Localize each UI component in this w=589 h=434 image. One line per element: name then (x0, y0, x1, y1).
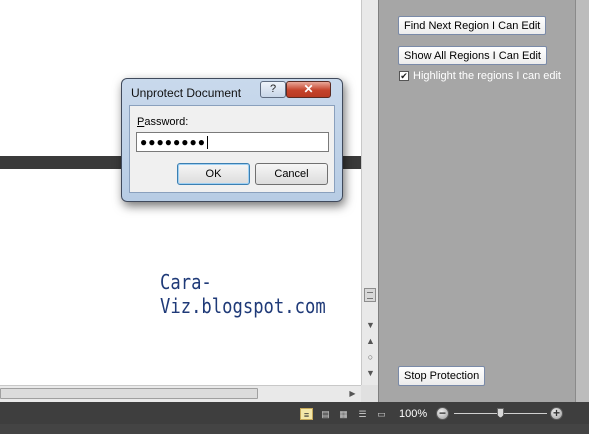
dialog-body: Password: ●●●●●●●● OK Cancel (129, 105, 335, 193)
scrollbar-corner (361, 385, 378, 402)
zoom-out-button[interactable]: − (436, 407, 449, 420)
horizontal-scrollbar[interactable]: ▶ (0, 385, 361, 402)
scroll-right-arrow-icon[interactable]: ▶ (347, 388, 358, 399)
stop-protection-button[interactable]: Stop Protection (398, 366, 486, 386)
highlight-regions-label: Highlight the regions I can edit (413, 70, 561, 82)
horizontal-scroll-thumb[interactable] (0, 388, 258, 399)
status-bar-strip: ≡ ▤ ▦ ☰ ▭ 100% − + (0, 402, 589, 424)
scroll-down-arrow-icon[interactable]: ▼ (365, 320, 376, 331)
dialog-title: Unprotect Document (131, 86, 242, 100)
help-button[interactable]: ? (260, 81, 286, 98)
watermark-text: Cara-Viz.blogspot.com (160, 270, 326, 318)
close-icon: ✕ (303, 82, 314, 96)
password-field[interactable]: ●●●●●●●● (136, 132, 329, 152)
password-label-text: assword: (144, 116, 189, 128)
pane-scrollbar[interactable] (575, 0, 589, 402)
vertical-scroll-thumb[interactable] (364, 288, 376, 302)
outline-icon[interactable]: ☰ (356, 408, 369, 420)
unprotect-document-dialog: Unprotect Document ? ✕ Password: ●●●●●●●… (121, 78, 343, 202)
find-next-region-button[interactable]: Find Next Region I Can Edit (398, 16, 547, 35)
next-page-icon[interactable]: ▼ (365, 368, 376, 379)
password-value: ●●●●●●●● (140, 135, 206, 149)
print-layout-icon[interactable]: ≡ (300, 408, 313, 420)
status-bar: ≡ ▤ ▦ ☰ ▭ 100% − + (0, 402, 589, 434)
restrict-editing-pane: Find Next Region I Can Edit Show All Reg… (378, 0, 589, 402)
select-browse-object-icon[interactable]: ○ (365, 352, 376, 363)
zoom-slider-thumb[interactable] (497, 408, 504, 418)
full-screen-reading-icon[interactable]: ▤ (319, 408, 332, 420)
text-caret (206, 136, 208, 150)
highlight-regions-checkbox[interactable]: ✔ (399, 71, 409, 81)
previous-page-icon[interactable]: ▲ (365, 336, 376, 347)
web-layout-icon[interactable]: ▦ (337, 408, 350, 420)
zoom-level[interactable]: 100% (399, 408, 427, 420)
vertical-scrollbar[interactable]: ▼ ▲ ○ ▼ (361, 0, 378, 385)
help-icon: ? (269, 83, 277, 95)
show-all-regions-button[interactable]: Show All Regions I Can Edit (398, 46, 547, 65)
draft-icon[interactable]: ▭ (375, 408, 388, 420)
zoom-in-button[interactable]: + (550, 407, 563, 420)
close-button[interactable]: ✕ (286, 81, 331, 98)
cancel-button[interactable]: Cancel (255, 163, 328, 185)
password-label: Password: (137, 116, 188, 128)
ok-button[interactable]: OK (177, 163, 250, 185)
